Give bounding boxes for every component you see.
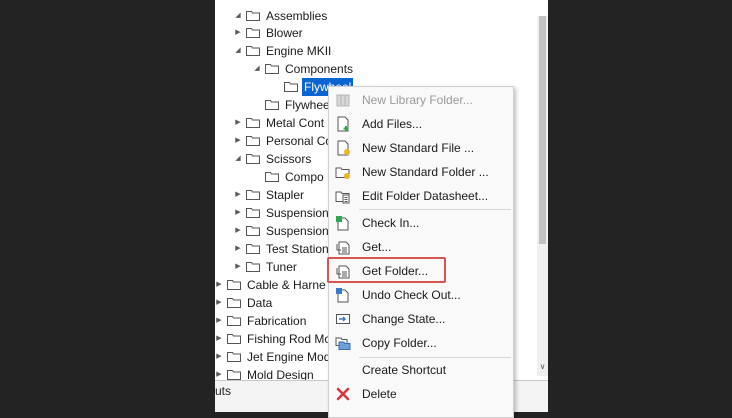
expand-arrow-icon[interactable]: ◢ xyxy=(232,42,244,60)
bottom-tab-label[interactable]: uts xyxy=(215,384,231,398)
folder-icon xyxy=(227,279,241,290)
library-folder-icon xyxy=(335,92,351,108)
expand-arrow-icon[interactable]: ◢ xyxy=(232,150,244,168)
delete-icon xyxy=(335,386,351,402)
expand-arrow-icon[interactable]: ◢ xyxy=(251,60,263,78)
get-folder-highlight-box xyxy=(327,257,446,283)
datasheet-icon xyxy=(335,188,351,204)
collapse-arrow-icon[interactable]: ▶ xyxy=(232,132,244,150)
collapse-arrow-icon[interactable]: ▶ xyxy=(232,186,244,204)
folder-icon xyxy=(246,135,260,146)
scrollbar-thumb[interactable] xyxy=(539,16,546,244)
folder-icon xyxy=(227,297,241,308)
folder-icon xyxy=(284,81,298,92)
folder-icon xyxy=(246,10,260,21)
undo-checkout-icon xyxy=(335,287,351,303)
menu-item-copy-folder[interactable]: Copy Folder... xyxy=(329,331,513,355)
folder-icon xyxy=(265,99,279,110)
menu-item-delete[interactable]: Delete xyxy=(329,382,513,406)
collapse-arrow-icon[interactable]: ▶ xyxy=(232,258,244,276)
context-menu: New Library Folder... Add Files... New S… xyxy=(328,86,514,418)
collapse-arrow-icon[interactable]: ▶ xyxy=(215,330,225,348)
change-state-icon xyxy=(335,311,351,327)
folder-icon xyxy=(227,315,241,326)
folder-icon xyxy=(246,27,260,38)
menu-item-check-in[interactable]: Check In... xyxy=(329,211,513,235)
menu-item-edit-folder-datasheet[interactable]: Edit Folder Datasheet... xyxy=(329,184,513,208)
folder-icon xyxy=(246,225,260,236)
menu-item-add-files[interactable]: Add Files... xyxy=(329,112,513,136)
new-file-icon xyxy=(335,140,351,156)
menu-item-new-standard-file[interactable]: New Standard File ... xyxy=(329,136,513,160)
folder-icon xyxy=(265,63,279,74)
copy-folder-icon xyxy=(335,335,351,351)
get-icon xyxy=(335,239,351,255)
collapse-arrow-icon[interactable]: ▶ xyxy=(232,24,244,42)
folder-icon xyxy=(227,333,241,344)
folder-icon xyxy=(246,207,260,218)
collapse-arrow-icon[interactable]: ▶ xyxy=(215,348,225,366)
scroll-down-icon[interactable]: ∨ xyxy=(537,361,548,373)
check-in-icon xyxy=(335,215,351,231)
collapse-arrow-icon[interactable]: ▶ xyxy=(215,276,225,294)
folder-icon xyxy=(246,117,260,128)
menu-item-new-standard-folder[interactable]: New Standard Folder ... xyxy=(329,160,513,184)
new-folder-icon xyxy=(335,164,351,180)
collapse-arrow-icon[interactable]: ▶ xyxy=(232,222,244,240)
folder-icon xyxy=(246,261,260,272)
collapse-arrow-icon[interactable]: ▶ xyxy=(215,294,225,312)
collapse-arrow-icon[interactable]: ▶ xyxy=(232,114,244,132)
expand-arrow-icon[interactable]: ◢ xyxy=(232,7,244,25)
folder-icon xyxy=(227,351,241,362)
folder-icon xyxy=(227,369,241,380)
collapse-arrow-icon[interactable]: ▶ xyxy=(215,312,225,330)
collapse-arrow-icon[interactable]: ▶ xyxy=(232,240,244,258)
add-file-icon xyxy=(335,116,351,132)
menu-separator xyxy=(359,209,511,210)
menu-item-create-shortcut[interactable]: Create Shortcut xyxy=(329,358,513,382)
menu-item-new-library-folder[interactable]: New Library Folder... xyxy=(329,88,513,112)
collapse-arrow-icon[interactable]: ▶ xyxy=(232,204,244,222)
menu-item-undo-check-out[interactable]: Undo Check Out... xyxy=(329,283,513,307)
tree-scrollbar[interactable]: ∨ xyxy=(537,16,548,376)
folder-icon xyxy=(246,153,260,164)
menu-item-change-state[interactable]: Change State... xyxy=(329,307,513,331)
menu-item-get[interactable]: Get... xyxy=(329,235,513,259)
folder-icon xyxy=(265,171,279,182)
folder-icon xyxy=(246,243,260,254)
folder-icon xyxy=(246,189,260,200)
folder-icon xyxy=(246,45,260,56)
